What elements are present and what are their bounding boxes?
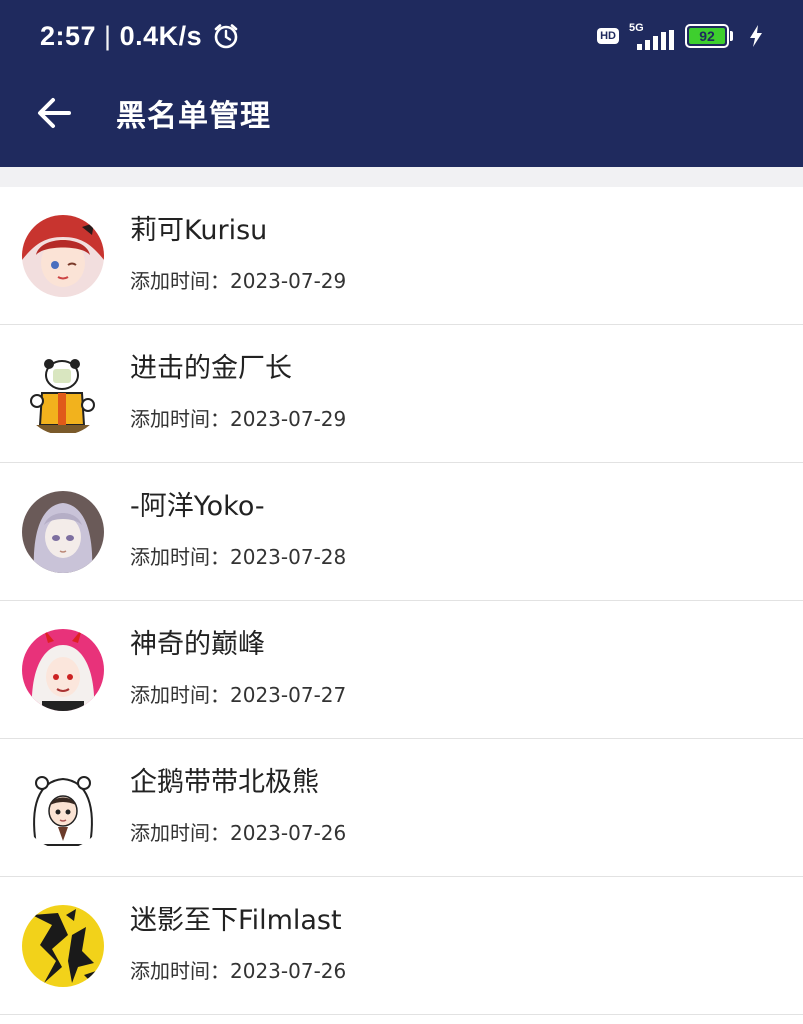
row-text: 迷影至下Filmlast 添加时间：2023-07-26 [130, 905, 347, 984]
back-button[interactable] [28, 87, 80, 139]
added-time: 添加时间：2023-07-29 [130, 268, 347, 293]
avatar[interactable] [22, 490, 104, 573]
list-item[interactable]: 迷影至下Filmlast 添加时间：2023-07-26 [0, 877, 803, 1015]
added-time: 添加时间：2023-07-26 [130, 820, 347, 845]
added-time: 添加时间：2023-07-27 [130, 682, 347, 707]
row-text: 进击的金厂长 添加时间：2023-07-29 [130, 353, 347, 432]
avatar[interactable] [22, 628, 104, 711]
charging-bolt-icon [749, 25, 763, 47]
user-name: 迷影至下Filmlast [130, 904, 342, 936]
app-bar: 2:57 | 0.4K/s HD 5G 92 黑名单管理 [0, 0, 803, 167]
avatar[interactable] [22, 904, 104, 987]
user-name: -阿洋Yoko- [130, 490, 265, 522]
user-name: 莉可Kurisu [130, 214, 268, 246]
battery-nub [730, 31, 733, 41]
battery-level: 92 [689, 28, 725, 44]
list-item[interactable]: 进击的金厂长 添加时间：2023-07-29 [0, 325, 803, 463]
avatar[interactable] [22, 214, 104, 297]
added-time: 添加时间：2023-07-28 [130, 544, 347, 569]
avatar[interactable] [22, 352, 104, 435]
list-item[interactable]: 莉可Kurisu 添加时间：2023-07-29 [0, 187, 803, 325]
header-divider [0, 167, 803, 187]
user-name: 神奇的巅峰 [130, 628, 265, 660]
battery-body: 92 [685, 24, 729, 48]
network-speed: 0.4K/s [119, 20, 203, 51]
row-text: 企鹅带带北极熊 添加时间：2023-07-26 [130, 767, 347, 846]
list-item[interactable]: 企鹅带带北极熊 添加时间：2023-07-26 [0, 739, 803, 877]
battery-icon: 92 [685, 24, 733, 48]
list-item[interactable]: 神奇的巅峰 添加时间：2023-07-27 [0, 601, 803, 739]
row-text: -阿洋Yoko- 添加时间：2023-07-28 [130, 491, 347, 570]
status-time: 2:57 [40, 20, 97, 51]
added-time: 添加时间：2023-07-26 [130, 958, 347, 983]
page-title: 黑名单管理 [116, 99, 271, 134]
signal-icon: 5G [629, 22, 675, 50]
added-time: 添加时间：2023-07-29 [130, 406, 347, 431]
status-separator: | [104, 20, 112, 51]
arrow-left-icon [38, 98, 71, 128]
hd-icon: HD [597, 28, 619, 44]
row-text: 莉可Kurisu 添加时间：2023-07-29 [130, 215, 347, 294]
list-item[interactable]: -阿洋Yoko- 添加时间：2023-07-28 [0, 463, 803, 601]
user-name: 企鹅带带北极熊 [130, 766, 319, 798]
alarm-icon [212, 22, 240, 50]
status-right: HD 5G 92 [597, 22, 763, 50]
blacklist: 莉可Kurisu 添加时间：2023-07-29 进击的金厂长 添加时间：202… [0, 187, 803, 1015]
row-text: 神奇的巅峰 添加时间：2023-07-27 [130, 629, 347, 708]
toolbar: 黑名单管理 [0, 72, 803, 154]
status-left: 2:57 | 0.4K/s [40, 21, 240, 52]
avatar[interactable] [22, 766, 104, 849]
user-name: 进击的金厂长 [130, 352, 292, 384]
status-bar: 2:57 | 0.4K/s HD 5G 92 [0, 0, 803, 72]
